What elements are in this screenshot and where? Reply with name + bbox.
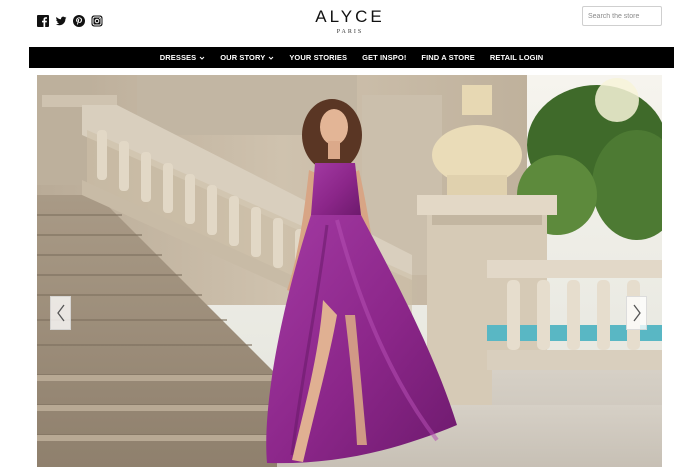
nav-item-get-inspo[interactable]: GET INSPO! [362, 53, 406, 62]
search-input[interactable] [582, 6, 662, 26]
logo-subtitle: PARIS [336, 29, 364, 35]
nav-item-retail-login[interactable]: RETAIL LOGIN [490, 53, 543, 62]
hero-image [37, 75, 662, 467]
facebook-icon[interactable] [37, 15, 49, 27]
nav-item-dresses[interactable]: DRESSES [160, 53, 206, 62]
logo-brand: ALYCE [315, 7, 385, 26]
chevron-left-icon [56, 304, 65, 322]
slider-next-button[interactable] [626, 296, 647, 330]
chevron-down-icon [199, 56, 205, 60]
nav-item-label: YOUR STORIES [289, 53, 348, 62]
nav-item-label: OUR STORY [220, 53, 266, 62]
slider-prev-button[interactable] [50, 296, 71, 330]
nav-item-label: FIND A STORE [421, 53, 475, 62]
hero-slider [37, 75, 662, 467]
instagram-icon[interactable] [91, 15, 103, 27]
nav-item-label: DRESSES [159, 53, 197, 62]
nav-item-find-a-store[interactable]: FIND A STORE [421, 53, 474, 62]
chevron-right-icon [632, 304, 641, 322]
site-logo[interactable]: ALYCE PARIS [300, 7, 400, 36]
social-links [37, 15, 103, 27]
site-header: ALYCE PARIS [0, 0, 700, 46]
nav-item-label: GET INSPO! [362, 53, 407, 62]
twitter-icon[interactable] [55, 15, 67, 27]
pinterest-icon[interactable] [73, 15, 85, 27]
nav-item-our-story[interactable]: OUR STORY [220, 53, 274, 62]
nav-item-label: RETAIL LOGIN [489, 53, 544, 62]
chevron-down-icon [268, 56, 274, 60]
main-nav: DRESSES OUR STORY YOUR STORIES GET INSPO… [29, 47, 674, 68]
nav-item-your-stories[interactable]: YOUR STORIES [289, 53, 347, 62]
